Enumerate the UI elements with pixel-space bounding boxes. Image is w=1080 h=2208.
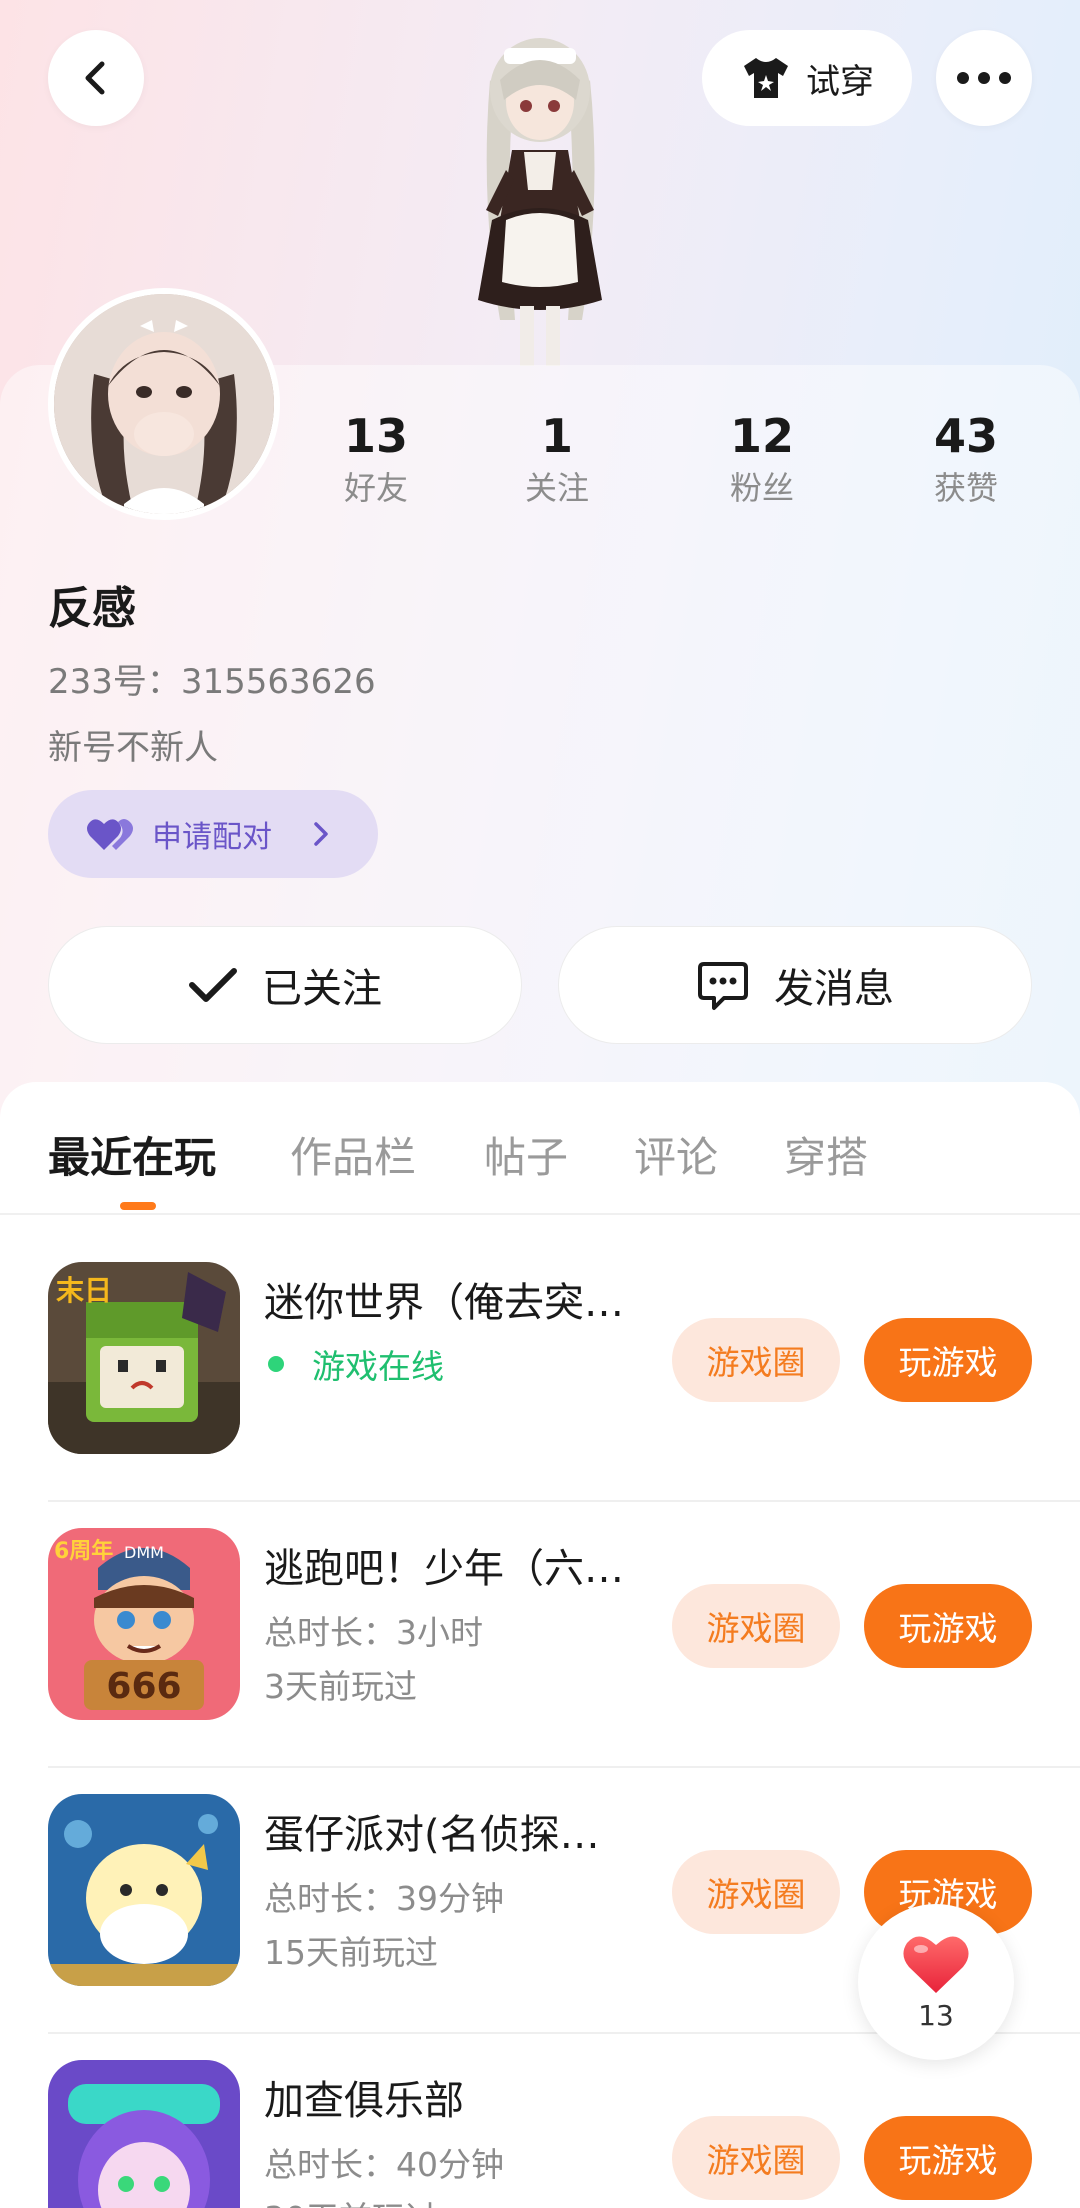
tab-works[interactable]: 作品栏 — [290, 1124, 416, 1185]
check-icon — [189, 968, 237, 1002]
user-id: 233号：315563626 — [48, 662, 376, 702]
game-row[interactable]: 666 6周年 DMM 逃跑吧！少年（六… 总时长：3小时 3天前玩过 游戏圈 … — [0, 1502, 1080, 1768]
game-circle-button[interactable]: 游戏圈 — [672, 2116, 840, 2200]
stat-followers[interactable]: 12 粉丝 — [692, 408, 832, 510]
stat-following[interactable]: 1 关注 — [487, 408, 627, 510]
game-circle-button[interactable]: 游戏圈 — [672, 1850, 840, 1934]
user-avatar[interactable] — [48, 288, 280, 520]
game-total-time: 总时长：40分钟 — [264, 2145, 504, 2184]
more-options-button[interactable] — [936, 30, 1032, 126]
try-on-button[interactable]: 试穿 — [702, 30, 912, 126]
back-button[interactable] — [48, 30, 144, 126]
game-icon-anniversary-text: 6周年 — [54, 1538, 113, 1564]
heart-icon — [903, 1935, 969, 1993]
send-message-label: 发消息 — [774, 966, 894, 1012]
stat-value: 43 — [933, 409, 998, 463]
chevron-right-icon — [314, 822, 328, 846]
stat-friends[interactable]: 13 好友 — [306, 408, 446, 510]
game-last-played: 15天前玩过 — [264, 1933, 438, 1972]
chat-bubble-icon — [698, 962, 748, 1010]
play-game-button[interactable]: 玩游戏 — [864, 2116, 1032, 2200]
game-title: 逃跑吧！少年（六… — [264, 1546, 624, 1592]
double-heart-icon — [87, 819, 133, 850]
active-tab-indicator — [120, 1202, 156, 1210]
stat-value: 1 — [540, 409, 573, 463]
like-button[interactable]: 13 — [858, 1904, 1014, 2060]
pair-label: 申请配对 — [152, 820, 272, 855]
game-circle-button[interactable]: 游戏圈 — [672, 1318, 840, 1402]
game-total-time: 总时长：3小时 — [264, 1613, 483, 1652]
stat-label: 粉丝 — [729, 469, 794, 507]
tab-outfits[interactable]: 穿搭 — [784, 1124, 868, 1185]
tab-comments[interactable]: 评论 — [634, 1124, 718, 1185]
game-online-status: 游戏在线 — [264, 1340, 444, 1388]
game-icon-gacha-club — [48, 2060, 240, 2208]
stat-label: 关注 — [524, 469, 589, 507]
tabs-divider — [0, 1213, 1080, 1215]
user-bio: 新号不新人 — [48, 728, 218, 768]
tab-recently-played[interactable]: 最近在玩 — [48, 1124, 216, 1185]
game-last-played: 30天前玩过 — [264, 2192, 438, 2208]
game-last-played: 3天前玩过 — [264, 1667, 417, 1706]
game-icon-logo-text: 末日 — [56, 1274, 112, 1307]
stat-value: 13 — [343, 409, 408, 463]
request-pairing-button[interactable]: 申请配对 — [48, 790, 378, 878]
avatar-character-figure — [478, 38, 602, 366]
game-title: 迷你世界（俺去突… — [264, 1280, 624, 1326]
avatar-photo — [54, 294, 274, 514]
game-circle-button[interactable]: 游戏圈 — [672, 1584, 840, 1668]
tshirt-icon — [744, 58, 788, 98]
like-count: 13 — [918, 1998, 954, 2032]
online-status-text: 游戏在线 — [312, 1347, 444, 1386]
game-title: 加查俱乐部 — [264, 2078, 464, 2124]
try-on-label: 试穿 — [806, 61, 874, 102]
game-total-time: 总时长：39分钟 — [264, 1879, 504, 1918]
followed-button[interactable]: 已关注 — [48, 926, 522, 1044]
profile-tabs: 最近在玩 作品栏 帖子 评论 穿搭 — [0, 1082, 1080, 1214]
ellipsis-icon — [957, 72, 1011, 84]
back-arrow-icon — [85, 61, 105, 95]
game-icon-mini-world: 末日 — [48, 1262, 240, 1454]
send-message-button[interactable]: 发消息 — [558, 926, 1032, 1044]
profile-page: 试穿 13 好友 1 关注 12 粉丝 43 获赞 反感 233号：315563… — [0, 0, 1080, 2208]
game-icon-escape-boy: 666 6周年 DMM — [48, 1528, 240, 1720]
followed-label: 已关注 — [262, 966, 382, 1012]
game-icon-sign-text: 666 — [106, 1666, 181, 1707]
online-dot-icon — [268, 1356, 284, 1372]
stat-label: 好友 — [343, 469, 408, 507]
stat-label: 获赞 — [933, 469, 998, 507]
game-title: 蛋仔派对(名侦探… — [264, 1812, 600, 1858]
play-game-button[interactable]: 玩游戏 — [864, 1318, 1032, 1402]
stat-likes[interactable]: 43 获赞 — [896, 408, 1036, 510]
play-game-button[interactable]: 玩游戏 — [864, 1584, 1032, 1668]
tab-posts[interactable]: 帖子 — [484, 1124, 568, 1185]
game-icon-eggy-party — [48, 1794, 240, 1986]
game-row[interactable]: 末日 迷你世界（俺去突… 游戏在线 游戏圈 玩游戏 — [0, 1236, 1080, 1502]
game-icon-cap-text: DMM — [124, 1543, 164, 1562]
user-nickname: 反感 — [48, 583, 136, 634]
stat-value: 12 — [729, 409, 794, 463]
game-row[interactable]: 加查俱乐部 总时长：40分钟 30天前玩过 游戏圈 玩游戏 — [0, 2034, 1080, 2208]
